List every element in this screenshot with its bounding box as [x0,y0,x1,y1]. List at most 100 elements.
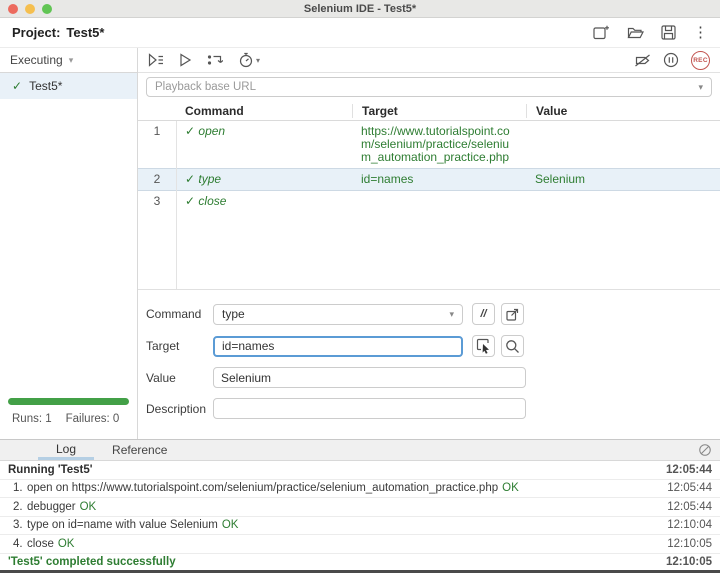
chevron-down-icon: ▾ [69,55,74,66]
failures-count: Failures: 0 [66,413,120,425]
playback-url-row: Playback base URL ▾ [138,73,720,101]
open-new-window-icon [505,307,520,322]
log-entry-time: 12:10:04 [667,519,712,531]
value-input[interactable] [213,367,526,388]
command-form-row: Command type ▾ // [146,303,712,325]
playback-url-placeholder: Playback base URL [155,81,256,93]
test-passed-check-icon: ✓ [12,79,22,93]
record-button[interactable]: REC [691,51,710,70]
table-row[interactable]: 1 ✓ open https://www.tutorialspoint.com/… [138,121,720,168]
log-entry-status: OK [502,482,519,494]
test-name: Test5* [29,79,62,93]
log-entry-time: 12:05:44 [667,501,712,513]
tab-reference[interactable]: Reference [94,440,185,460]
project-name: Test5* [66,25,104,40]
select-target-icon [476,338,492,354]
table-row-selected[interactable]: 2 ✓ type id=names Selenium [138,168,720,191]
pause-on-exceptions-button[interactable] [663,52,679,68]
command-cell: ✓ open [176,121,352,142]
minimize-window-button[interactable] [25,4,35,14]
target-form-row: Target [146,335,712,357]
log-entry: Running 'Test5' 12:05:44 [0,461,720,480]
target-cell: https://www.tutorialspoint.com/selenium/… [352,121,526,168]
command-name: type [198,172,221,186]
description-form-row: Description [146,398,712,419]
search-target-button[interactable] [501,335,524,357]
run-current-test-button[interactable] [179,53,192,67]
log-entry-text: close [27,538,54,550]
command-passed-check-icon: ✓ [185,194,195,208]
more-options-button[interactable]: ⋮ [693,25,708,40]
column-header-target: Target [352,104,526,118]
tests-dropdown-label: Executing [10,53,63,67]
target-input[interactable] [213,336,463,357]
project-actions: ⋮ [593,25,708,40]
save-project-button[interactable] [661,25,676,40]
select-target-button[interactable] [472,335,495,357]
value-field-label: Value [146,371,213,385]
command-name: open [198,124,225,138]
log-entry-text: debugger [27,501,76,513]
sidebar-item-test5[interactable]: ✓ Test5* [0,73,137,99]
test-progress-bar [8,398,129,405]
window-bottom-edge [0,570,720,573]
open-project-button[interactable] [627,25,644,40]
table-row[interactable]: 3 ✓ close [138,191,720,213]
command-select[interactable]: type ▾ [213,304,463,325]
toggle-comment-button[interactable]: // [472,303,495,325]
runs-count: Runs: 1 [12,413,52,425]
target-cell [352,191,526,199]
chevron-down-icon: ▾ [449,309,454,320]
log-entry-text: 'Test5' completed successfully [8,556,176,568]
log-entry-time: 12:05:44 [666,464,712,476]
search-icon [505,339,520,354]
step-over-button[interactable] [207,53,223,67]
tab-log[interactable]: Log [38,440,94,460]
value-cell [526,121,720,129]
log-entry-text: Running 'Test5' [8,464,92,476]
disable-breakpoints-button[interactable] [634,53,651,68]
save-icon [661,25,676,40]
row-number: 3 [138,191,176,212]
zoom-window-button[interactable] [42,4,52,14]
command-select-value: type [222,307,245,321]
number-column-divider [176,121,177,289]
window-titlebar: Selenium IDE - Test5* [0,0,720,18]
log-entry-status: OK [222,519,239,531]
log-entry: 4. close OK 12:10:05 [0,535,720,554]
run-all-tests-button[interactable] [148,53,164,67]
log-entry: 1. open on https://www.tutorialspoint.co… [0,480,720,499]
value-cell: Selenium [526,169,720,190]
target-cell: id=names [352,169,526,190]
new-project-button[interactable] [593,25,610,40]
test-speed-button[interactable]: ▾ [238,52,260,68]
row-number: 2 [138,169,176,190]
log-entry-number: 4. [8,538,27,550]
log-entry-number: 1. [8,482,27,494]
tests-sidebar: Executing ▾ ✓ Test5* Runs: 1 Failures: 0 [0,48,138,439]
run-all-icon [148,53,164,67]
column-header-command: Command [176,104,352,118]
close-window-button[interactable] [8,4,18,14]
command-passed-check-icon: ✓ [185,172,195,186]
clear-log-button[interactable] [698,443,712,457]
command-table: Command Target Value 1 ✓ open https://ww… [138,101,720,289]
comment-slashes-icon: // [480,308,486,320]
log-entries: Running 'Test5' 12:05:44 1. open on http… [0,461,720,570]
project-bar: Project: Test5* [0,18,720,48]
description-field-label: Description [146,402,213,416]
log-entry-status: OK [58,538,75,550]
open-new-window-button[interactable] [501,303,524,325]
command-editor: Command type ▾ // [138,289,720,439]
toolbar-left-group: ▾ [148,52,260,68]
runs-summary: Runs: 1 Failures: 0 [0,405,137,439]
playback-base-url-input[interactable]: Playback base URL ▾ [146,77,712,97]
tests-dropdown[interactable]: Executing ▾ [0,48,137,73]
description-input[interactable] [213,398,526,419]
chevron-down-icon: ▾ [698,82,703,93]
traffic-lights [8,4,52,14]
value-form-row: Value [146,367,712,388]
command-name: close [198,194,226,208]
sidebar-spacer [0,99,137,398]
toolbar-right-group: REC [634,51,710,70]
